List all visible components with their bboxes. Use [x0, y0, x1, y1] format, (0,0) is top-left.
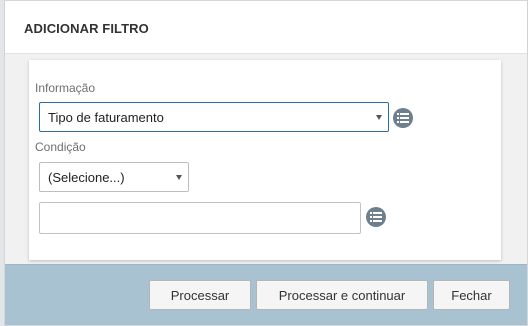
add-filter-dialog: ADICIONAR FILTRO Informação Tipo de fatu… [4, 0, 528, 326]
dialog-body: Informação Tipo de faturamento Condição … [5, 54, 527, 264]
dialog-header: ADICIONAR FILTRO [5, 1, 527, 54]
info-select[interactable]: Tipo de faturamento [39, 102, 389, 132]
value-input[interactable] [39, 202, 361, 234]
list-icon [397, 113, 409, 123]
chevron-down-icon [176, 175, 182, 180]
condition-select[interactable]: (Selecione...) [39, 162, 189, 192]
dialog-title: ADICIONAR FILTRO [24, 21, 149, 36]
condition-label: Condição [35, 140, 86, 154]
info-label: Informação [35, 81, 96, 95]
value-list-button[interactable] [366, 207, 386, 227]
info-list-button[interactable] [393, 108, 413, 128]
list-icon [370, 212, 382, 222]
dialog-footer: Processar Processar e continuar Fechar [5, 264, 527, 325]
process-button[interactable]: Processar [149, 280, 251, 310]
close-button[interactable]: Fechar [433, 280, 510, 310]
filter-panel: Informação Tipo de faturamento Condição … [29, 60, 501, 260]
info-select-value: Tipo de faturamento [48, 109, 164, 125]
condition-select-value: (Selecione...) [48, 169, 125, 185]
chevron-down-icon [376, 115, 382, 120]
process-continue-button[interactable]: Processar e continuar [256, 280, 428, 310]
